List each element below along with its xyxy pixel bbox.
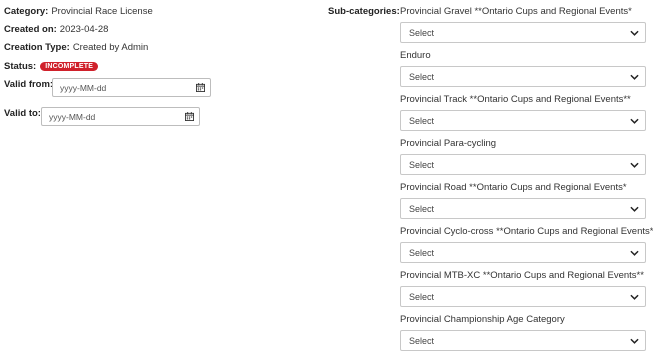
- category-row: Category: Provincial Race License: [4, 6, 153, 17]
- select-mtb-xc[interactable]: Select: [400, 286, 646, 307]
- valid-to-input[interactable]: yyyy-MM-dd: [41, 107, 200, 126]
- status-row: Status: INCOMPLETE: [4, 61, 99, 72]
- select-para-cycling[interactable]: Select: [400, 154, 646, 175]
- select-value: Select: [409, 28, 435, 38]
- chevron-down-icon: [630, 338, 639, 344]
- calendar-icon[interactable]: [196, 83, 205, 92]
- subcategory-label-enduro: Enduro: [400, 50, 431, 61]
- select-value: Select: [409, 248, 435, 258]
- created-on-value: 2023-04-28: [59, 24, 109, 35]
- select-value: Select: [409, 336, 435, 346]
- select-championship-age[interactable]: Select: [400, 330, 646, 351]
- status-badge: INCOMPLETE: [40, 61, 99, 71]
- chevron-down-icon: [630, 206, 639, 212]
- status-label: Status:: [4, 61, 37, 72]
- creation-type-label: Creation Type:: [4, 42, 70, 53]
- select-value: Select: [409, 160, 435, 170]
- chevron-down-icon: [630, 294, 639, 300]
- valid-to-label-wrap: Valid to:: [4, 108, 41, 119]
- select-value: Select: [409, 292, 435, 302]
- category-label: Category:: [4, 6, 49, 17]
- created-on-row: Created on: 2023-04-28: [4, 24, 108, 35]
- valid-to-label: Valid to:: [4, 108, 41, 119]
- category-value: Provincial Race License: [51, 6, 153, 17]
- valid-from-placeholder: yyyy-MM-dd: [60, 83, 107, 93]
- valid-from-label: Valid from:: [4, 79, 54, 90]
- subcategory-label-mtb-xc: Provincial MTB-XC **Ontario Cups and Reg…: [400, 270, 644, 281]
- chevron-down-icon: [630, 250, 639, 256]
- subcategory-label-cyclo-cross: Provincial Cyclo-cross **Ontario Cups an…: [400, 226, 653, 237]
- subcategory-label-championship-age: Provincial Championship Age Category: [400, 314, 565, 325]
- select-enduro[interactable]: Select: [400, 66, 646, 87]
- select-value: Select: [409, 204, 435, 214]
- select-track[interactable]: Select: [400, 110, 646, 131]
- subcategory-label-track: Provincial Track **Ontario Cups and Regi…: [400, 94, 631, 105]
- select-gravel[interactable]: Select: [400, 22, 646, 43]
- chevron-down-icon: [630, 30, 639, 36]
- subcategories-label: Sub-categories:: [328, 6, 400, 17]
- subcategory-label-para-cycling: Provincial Para-cycling: [400, 138, 497, 149]
- valid-from-input[interactable]: yyyy-MM-dd: [52, 78, 211, 97]
- select-road[interactable]: Select: [400, 198, 646, 219]
- chevron-down-icon: [630, 74, 639, 80]
- created-on-label: Created on:: [4, 24, 57, 35]
- calendar-icon[interactable]: [185, 112, 194, 121]
- select-cyclo-cross[interactable]: Select: [400, 242, 646, 263]
- subcategory-label-gravel: Provincial Gravel **Ontario Cups and Reg…: [400, 6, 632, 17]
- select-value: Select: [409, 72, 435, 82]
- subcategory-label-road: Provincial Road **Ontario Cups and Regio…: [400, 182, 627, 193]
- creation-type-value: Created by Admin: [72, 42, 149, 53]
- select-value: Select: [409, 116, 435, 126]
- chevron-down-icon: [630, 162, 639, 168]
- valid-to-placeholder: yyyy-MM-dd: [49, 112, 96, 122]
- chevron-down-icon: [630, 118, 639, 124]
- creation-type-row: Creation Type: Created by Admin: [4, 42, 148, 53]
- valid-from-label-wrap: Valid from:: [4, 79, 53, 90]
